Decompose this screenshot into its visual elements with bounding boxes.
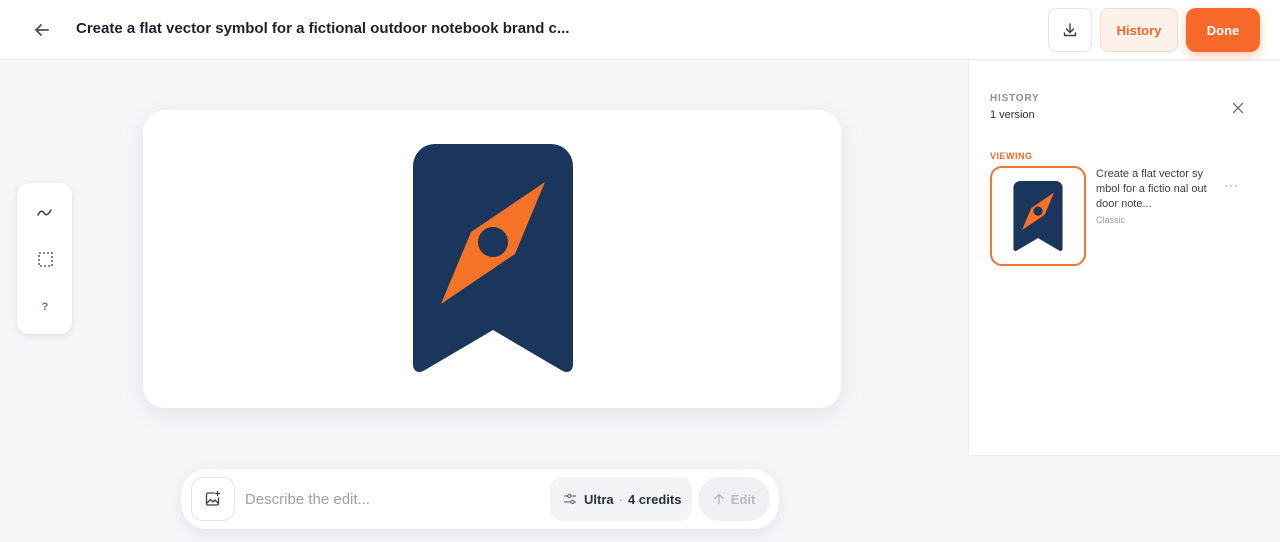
- edit-submit-button[interactable]: Edit: [698, 477, 770, 521]
- download-button[interactable]: [1048, 8, 1092, 52]
- compass-center: [478, 227, 508, 257]
- canvas-card: [143, 110, 841, 408]
- edit-label: Edit: [730, 491, 756, 507]
- more-icon: ···: [1224, 178, 1239, 192]
- draw-tool[interactable]: [31, 198, 59, 226]
- separator: ·: [618, 491, 623, 507]
- arrow-left-icon: [35, 24, 49, 36]
- credit-cost: 4 credits: [627, 491, 682, 507]
- edit-prompt-input[interactable]: [245, 485, 535, 513]
- page-title: Create a flat vector symbol for a fictio…: [76, 20, 570, 37]
- model-name: Ultra: [584, 491, 614, 507]
- model-selector[interactable]: Ultra · 4 credits: [550, 477, 692, 521]
- close-icon: [1232, 102, 1244, 114]
- history-title: HISTORY: [990, 93, 1040, 104]
- header: Create a flat vector symbol for a fictio…: [0, 0, 1280, 60]
- sliders-icon: [563, 493, 577, 505]
- add-image-button[interactable]: [191, 477, 235, 521]
- viewing-label: VIEWING: [990, 151, 1033, 161]
- download-icon: [1063, 23, 1077, 37]
- back-button[interactable]: [28, 16, 56, 44]
- version-count: 1 version: [990, 109, 1035, 121]
- history-item-style: Classic: [1096, 215, 1126, 225]
- history-item-description: Create a flat vector symbol for a fictio…: [1096, 168, 1207, 210]
- history-thumbnail[interactable]: [990, 166, 1086, 266]
- done-button[interactable]: Done: [1186, 8, 1260, 52]
- selection-icon: [37, 251, 53, 267]
- close-history-button[interactable]: [1227, 97, 1249, 119]
- tool-palette: ?: [17, 183, 72, 334]
- more-options-button[interactable]: ···: [1224, 178, 1239, 192]
- help-icon: ?: [41, 301, 49, 313]
- history-button[interactable]: History: [1100, 8, 1178, 52]
- pen-line-icon: [37, 209, 52, 216]
- arrow-up-icon: [713, 493, 724, 505]
- help-button[interactable]: ?: [31, 293, 59, 321]
- history-panel: HISTORY 1 version VIEWING Create a flat …: [968, 61, 1280, 456]
- thumbnail-logo-image: [1013, 181, 1063, 251]
- image-add-icon: [205, 490, 221, 506]
- generated-logo-image[interactable]: [413, 144, 573, 372]
- select-tool[interactable]: [31, 245, 59, 273]
- edit-prompt-bar: Ultra · 4 credits Edit: [181, 469, 779, 529]
